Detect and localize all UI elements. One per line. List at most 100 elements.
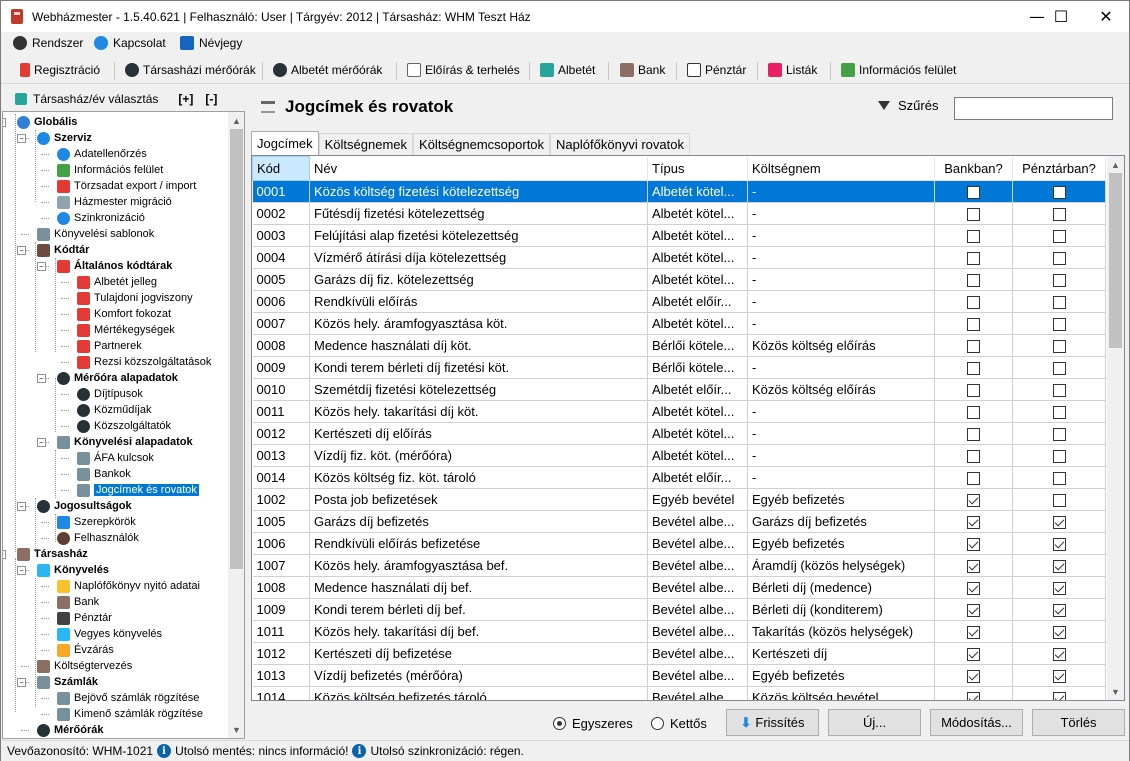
penztar-checkbox[interactable] [1052, 648, 1066, 662]
tree-expander[interactable]: − [3, 118, 6, 127]
tree-item[interactable]: Mérőórák [37, 722, 104, 738]
penztar-checkbox[interactable] [1052, 406, 1066, 420]
penztar-checkbox[interactable] [1052, 252, 1066, 266]
scroll-thumb[interactable] [230, 129, 243, 569]
table-row[interactable]: 0006 Rendkívüli előírás Albetét előír... - [252, 290, 1106, 313]
table-row[interactable]: 1014 Közös költség befizetés tároló Bevéte… [252, 686, 1106, 700]
bank-checkbox[interactable] [967, 208, 980, 222]
tree-expander[interactable]: − [17, 134, 26, 143]
tree-item[interactable]: Könyvelés [37, 562, 109, 578]
table-row[interactable]: 0003 Felújítási alap fizetési kötelezetts… [252, 224, 1106, 247]
tree-item[interactable]: Felhasználók [57, 530, 139, 546]
table-row[interactable]: 1012 Kertészeti díj befizetése Bevétel alb… [252, 642, 1106, 665]
scroll-up-arrow[interactable]: ▲ [1107, 156, 1124, 173]
column-header[interactable]: Költségnem [747, 156, 935, 181]
tab-2[interactable]: Költségnemcsoportok [413, 133, 551, 155]
bank-checkbox[interactable] [967, 186, 980, 200]
tree-expander[interactable]: − [37, 374, 46, 383]
tree-item[interactable]: Könyvelési alapadatok [57, 434, 193, 450]
delete-button[interactable]: Törlés [1032, 709, 1125, 736]
bank-checkbox[interactable] [967, 692, 980, 700]
penztar-checkbox[interactable] [1052, 340, 1066, 354]
table-row[interactable]: 0005 Garázs díj fiz. kötelezettség Albetét… [252, 268, 1106, 291]
tree-item[interactable]: Számlák [37, 674, 98, 690]
bank-checkbox[interactable] [967, 340, 980, 354]
tree-item[interactable]: Adatellenőrzés [57, 146, 147, 162]
toolbar-charges[interactable]: Előírás & terhelés [407, 63, 520, 77]
column-header[interactable]: Bankban? [934, 156, 1013, 181]
tree-expander[interactable]: − [17, 502, 26, 511]
tree-item[interactable]: Szinkronizáció [57, 210, 145, 226]
penztar-checkbox[interactable] [1052, 208, 1066, 222]
tree-item[interactable]: Szerepkörök [57, 514, 136, 530]
tree-item[interactable]: Jogcímek és rovatok [77, 482, 199, 498]
bank-checkbox[interactable] [967, 648, 980, 662]
bank-checkbox[interactable] [967, 252, 980, 266]
bank-checkbox[interactable] [967, 626, 980, 640]
scroll-up-arrow[interactable]: ▲ [228, 112, 244, 129]
tree-item[interactable]: Partnerek [77, 338, 142, 354]
penztar-checkbox[interactable] [1052, 274, 1066, 288]
tree-expander[interactable]: − [17, 678, 26, 687]
new-button[interactable]: Új... [828, 709, 921, 736]
penztar-checkbox[interactable] [1052, 516, 1066, 530]
tree-scrollbar[interactable]: ▲ ▼ [228, 112, 244, 738]
tree-item[interactable]: Rezsi közszolgáltatások [77, 354, 211, 370]
table-row[interactable]: 0007 Közös hely. áramfogyasztása köt. Albe… [252, 312, 1106, 335]
toolbar-info[interactable]: Információs felület [841, 63, 956, 77]
column-header[interactable]: Név [309, 156, 648, 181]
penztar-checkbox[interactable] [1052, 296, 1066, 310]
table-row[interactable]: 1011 Közös hely. takarítási díj bef. Bevét… [252, 620, 1106, 643]
tree-item[interactable]: ÁFA kulcsok [77, 450, 154, 466]
table-row[interactable]: 1006 Rendkívüli előírás befizetése Bevétel… [252, 532, 1106, 555]
tree-item[interactable]: Naplófőkönyv nyitó adatai [57, 578, 200, 594]
penztar-checkbox[interactable] [1052, 626, 1066, 640]
tree-item[interactable]: Bejövő számlák rögzítése [57, 690, 199, 706]
tree-item[interactable]: Költségtervezés [37, 658, 132, 674]
table-row[interactable]: 1013 Vízdíj befizetés (mérőóra) Bevétel al… [252, 664, 1106, 687]
table-row[interactable]: 0008 Medence használati díj köt. Bérlői kö… [252, 334, 1106, 357]
toolbar-registration[interactable]: Regisztráció [20, 63, 100, 77]
tree-item[interactable]: Évzárás [57, 642, 114, 658]
tree-item[interactable]: Globális [17, 114, 77, 130]
toolbar-lists[interactable]: Listák [768, 63, 817, 77]
radio-double-dot[interactable] [651, 717, 664, 730]
bank-checkbox[interactable] [967, 560, 980, 574]
tree-item[interactable]: Tulajdoni jogviszony [77, 290, 193, 306]
house-year-select[interactable]: Társasház/év választás [33, 92, 158, 106]
penztar-checkbox[interactable] [1052, 186, 1066, 200]
penztar-checkbox[interactable] [1052, 604, 1066, 618]
bank-checkbox[interactable] [967, 274, 980, 288]
bank-checkbox[interactable] [967, 450, 980, 464]
table-row[interactable]: 1009 Kondi terem bérleti díj bef. Bevétel … [252, 598, 1106, 621]
toolbar-cash[interactable]: Pénztár [687, 63, 746, 77]
table-row[interactable]: 0011 Közös hely. takarítási díj köt. Albet… [252, 400, 1106, 423]
penztar-checkbox[interactable] [1052, 384, 1066, 398]
tree-item[interactable]: Általános kódtárak [57, 258, 172, 274]
tree-item[interactable]: Bankok [77, 466, 131, 482]
penztar-checkbox[interactable] [1052, 494, 1066, 508]
penztar-checkbox[interactable] [1052, 230, 1066, 244]
tree-item[interactable]: Társasház [17, 546, 88, 562]
bank-checkbox[interactable] [967, 296, 980, 310]
bank-checkbox[interactable] [967, 406, 980, 420]
tree-expander[interactable]: − [3, 550, 6, 559]
penztar-checkbox[interactable] [1052, 692, 1066, 700]
bank-checkbox[interactable] [967, 384, 980, 398]
table-row[interactable]: 0002 Fűtésdíj fizetési kötelezettség Albet… [252, 202, 1106, 225]
menu-rendszer[interactable]: Rendszer [13, 36, 83, 50]
table-row[interactable]: 1007 Közös hely. áramfogyasztása bef. Bevé… [252, 554, 1106, 577]
scroll-thumb[interactable] [1109, 173, 1122, 348]
column-header[interactable]: Pénztárban? [1012, 156, 1106, 181]
column-header[interactable]: Típus [647, 156, 748, 181]
radio-single-dot[interactable] [553, 717, 566, 730]
bank-checkbox[interactable] [967, 582, 980, 596]
edit-button[interactable]: Módosítás... [930, 709, 1023, 736]
maximize-button[interactable]: ☐ [1038, 1, 1084, 32]
tree-expander[interactable]: − [17, 246, 26, 255]
tree-item[interactable]: Közszolgáltatók [77, 418, 171, 434]
tree-item[interactable]: Házmester migráció [57, 194, 172, 210]
close-button[interactable]: ✕ [1083, 1, 1129, 32]
refresh-button[interactable]: ⬇ Frissítés [726, 709, 819, 736]
tree-item[interactable]: Pénztár [57, 610, 112, 626]
